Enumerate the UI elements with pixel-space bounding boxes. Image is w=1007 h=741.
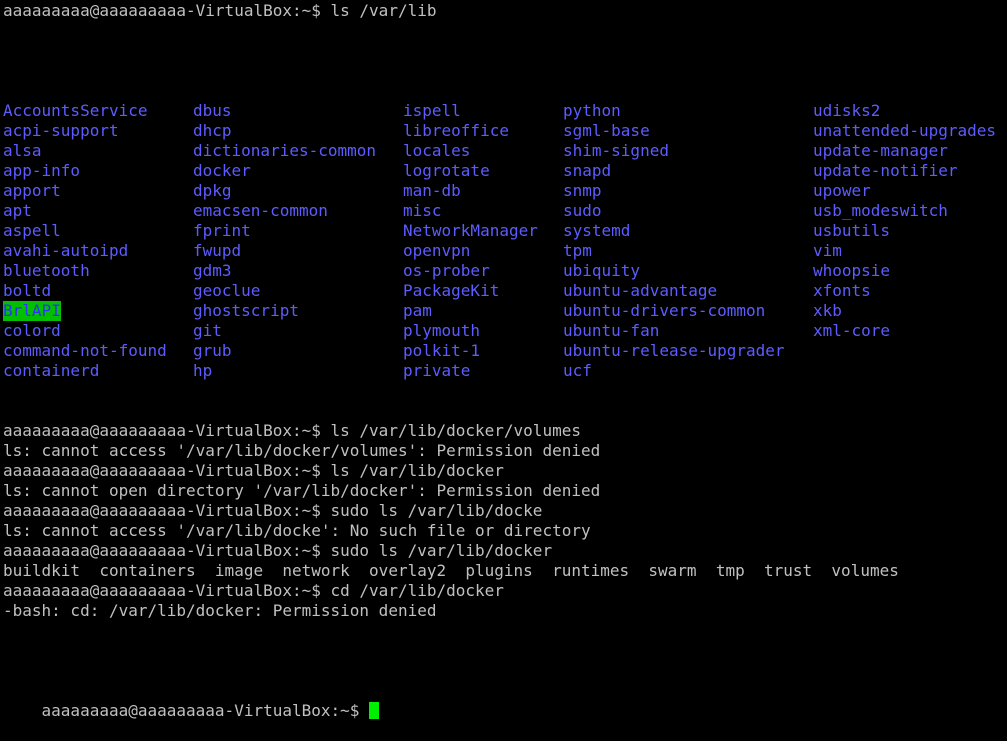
- terminal-line: aaaaaaaaa@aaaaaaaaa-VirtualBox:~$ ls /va…: [3, 421, 581, 440]
- directory-entry: private: [403, 361, 471, 380]
- listing-row: acpi-support dhcp libreoffice sgml-base unat…: [3, 121, 996, 141]
- directory-entry: dpkg: [193, 181, 232, 200]
- directory-entry: os-prober: [403, 261, 490, 280]
- directory-entry: logrotate: [403, 161, 490, 180]
- directory-entry: PackageKit: [403, 281, 500, 300]
- directory-entry: dictionaries-common: [193, 141, 377, 160]
- directory-entry: alsa: [3, 141, 42, 160]
- directory-entry: apt: [3, 201, 32, 220]
- directory-entry: udisks2: [813, 101, 881, 120]
- listing-row: avahi-autoipd fwupd openvpn tpm vim: [3, 241, 899, 261]
- directory-entry: grub: [193, 341, 232, 360]
- terminal-line: ls: cannot access '/var/lib/docke': No s…: [3, 521, 591, 540]
- directory-entry: fprint: [193, 221, 251, 240]
- listing-row: app-info docker logrotate snapd update-notif…: [3, 161, 958, 181]
- terminal-input-line[interactable]: aaaaaaaaa@aaaaaaaaa-VirtualBox:~$: [3, 681, 899, 720]
- directory-entry: docker: [193, 161, 251, 180]
- directory-entry: xml-core: [813, 321, 891, 340]
- terminal-line: aaaaaaaaa@aaaaaaaaa-VirtualBox:~$ ls /va…: [3, 461, 504, 480]
- listing-row: containerd hp private ucf: [3, 361, 899, 381]
- directory-entry: usbutils: [813, 221, 891, 240]
- terminal-line: ls: cannot open directory '/var/lib/dock…: [3, 481, 601, 500]
- listing-row: BrlAPI ghostscript pam ubuntu-drivers-commo…: [3, 301, 899, 321]
- directory-entry: dbus: [193, 101, 232, 120]
- directory-entry: xkb: [813, 301, 842, 320]
- directory-entry: acpi-support: [3, 121, 119, 140]
- directory-entry: update-manager: [813, 141, 948, 160]
- directory-entry: tpm: [563, 241, 592, 260]
- directory-entry: dhcp: [193, 121, 232, 140]
- directory-entry: ubuntu-release-upgrader: [563, 341, 785, 360]
- terminal-output: aaaaaaaaa@aaaaaaaaa-VirtualBox:~$ ls /va…: [3, 421, 899, 621]
- listing-row: aspell fprint NetworkManager systemd usbutil…: [3, 221, 899, 241]
- directory-entry: command-not-found: [3, 341, 167, 360]
- directory-entry: containerd: [3, 361, 100, 380]
- directory-entry: xfonts: [813, 281, 871, 300]
- directory-entry: python: [563, 101, 621, 120]
- directory-entry: ispell: [403, 101, 461, 120]
- directory-entry: openvpn: [403, 241, 471, 260]
- directory-entry: app-info: [3, 161, 81, 180]
- directory-entry: colord: [3, 321, 61, 340]
- directory-entry: snmp: [563, 181, 602, 200]
- listing-row: apport dpkg man-db snmp upower: [3, 181, 899, 201]
- directory-entry: ubuntu-drivers-common: [563, 301, 766, 320]
- directory-entry: avahi-autoipd: [3, 241, 129, 260]
- directory-entry: gdm3: [193, 261, 232, 280]
- directory-entry: libreoffice: [403, 121, 509, 140]
- directory-entry: NetworkManager: [403, 221, 538, 240]
- directory-entry: ubuntu-fan: [563, 321, 660, 340]
- directory-entry: ucf: [563, 361, 592, 380]
- directory-entry: ubuntu-advantage: [563, 281, 718, 300]
- terminal-line: -bash: cd: /var/lib/docker: Permission d…: [3, 601, 437, 620]
- directory-entry: unattended-upgrades: [813, 121, 997, 140]
- directory-entry: shim-signed: [563, 141, 669, 160]
- directory-entry: AccountsService: [3, 101, 148, 120]
- directory-entry: vim: [813, 241, 842, 260]
- directory-entry: apport: [3, 181, 61, 200]
- directory-entry: ubiquity: [563, 261, 641, 280]
- directory-listing: AccountsService dbus ispell python udisks2 ac…: [3, 101, 996, 381]
- terminal-line: aaaaaaaaa@aaaaaaaaa-VirtualBox:~$ ls /va…: [3, 1, 437, 20]
- terminal-line: aaaaaaaaa@aaaaaaaaa-VirtualBox:~$ cd /va…: [3, 581, 504, 600]
- listing-row: colord git plymouth ubuntu-fan xml-core: [3, 321, 899, 341]
- directory-entry: emacsen-common: [193, 201, 328, 220]
- directory-entry: plymouth: [403, 321, 481, 340]
- directory-entry: upower: [813, 181, 871, 200]
- terminal-window[interactable]: aaaaaaaaa@aaaaaaaaa-VirtualBox:~$ ls /va…: [3, 1, 996, 721]
- listing-row: apt emacsen-common misc sudo usb_modeswitch: [3, 201, 948, 221]
- directory-entry: man-db: [403, 181, 461, 200]
- directory-entry: usb_modeswitch: [813, 201, 948, 220]
- directory-entry: whoopsie: [813, 261, 891, 280]
- shell-prompt: aaaaaaaaa@aaaaaaaaa-VirtualBox:~$: [41, 701, 360, 720]
- directory-entry: sudo: [563, 201, 602, 220]
- directory-entry: locales: [403, 141, 471, 160]
- terminal-line: ls: cannot access '/var/lib/docker/volum…: [3, 441, 601, 460]
- terminal-line: aaaaaaaaa@aaaaaaaaa-VirtualBox:~$ sudo l…: [3, 501, 543, 520]
- directory-entry: hp: [193, 361, 213, 380]
- directory-entry: BrlAPI: [3, 301, 61, 321]
- directory-entry: update-notifier: [813, 161, 958, 180]
- directory-entry: snapd: [563, 161, 612, 180]
- terminal-line: aaaaaaaaa@aaaaaaaaa-VirtualBox:~$ sudo l…: [3, 541, 553, 560]
- directory-entry: polkit-1: [403, 341, 481, 360]
- directory-entry: pam: [403, 301, 432, 320]
- directory-entry: aspell: [3, 221, 61, 240]
- listing-row: boltd geoclue PackageKit ubuntu-advantage xf…: [3, 281, 899, 301]
- directory-entry: systemd: [563, 221, 631, 240]
- directory-entry: git: [193, 321, 222, 340]
- listing-row: alsa dictionaries-common locales shim-signe…: [3, 141, 948, 161]
- directory-entry: boltd: [3, 281, 52, 300]
- terminal-line: buildkit containers image network overla…: [3, 561, 899, 580]
- directory-entry: ghostscript: [193, 301, 299, 320]
- listing-row: command-not-found grub polkit-1 ubuntu-rele…: [3, 341, 899, 361]
- directory-entry: bluetooth: [3, 261, 90, 280]
- text-cursor: [369, 702, 380, 719]
- listing-row: AccountsService dbus ispell python udisks2: [3, 101, 899, 121]
- listing-row: bluetooth gdm3 os-prober ubiquity whoopsie: [3, 261, 899, 281]
- directory-entry: misc: [403, 201, 442, 220]
- directory-entry: fwupd: [193, 241, 242, 260]
- directory-entry: geoclue: [193, 281, 261, 300]
- directory-entry: sgml-base: [563, 121, 650, 140]
